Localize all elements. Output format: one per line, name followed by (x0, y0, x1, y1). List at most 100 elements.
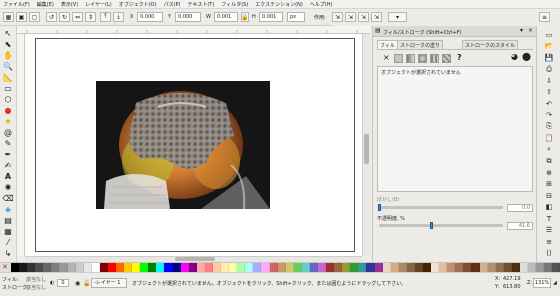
palette-swatch[interactable] (148, 263, 157, 272)
lower-bottom-icon[interactable]: ⤓ (113, 12, 124, 22)
layers-icon[interactable]: ☰ (543, 225, 555, 236)
new-doc-icon[interactable]: ▭ (543, 29, 555, 40)
x-field[interactable]: 0.000 (137, 12, 163, 22)
duplicate-icon[interactable]: ⧉ (543, 156, 555, 167)
ellipse-tool-icon[interactable]: ● (2, 105, 14, 116)
palette-swatch[interactable] (463, 263, 472, 272)
palette-swatch[interactable] (27, 263, 36, 272)
palette-swatch[interactable] (471, 263, 480, 272)
apple-lace-image[interactable] (96, 81, 270, 209)
measure-tool-icon[interactable]: 📐 (2, 72, 14, 83)
palette-swatch[interactable] (455, 263, 464, 272)
rotate-ccw-icon[interactable]: ↺ (46, 12, 57, 22)
save-icon[interactable]: 💾 (543, 52, 555, 63)
palette-swatch[interactable] (59, 263, 68, 272)
no-paint-icon[interactable]: × (383, 54, 390, 62)
palette-swatch[interactable] (196, 263, 205, 272)
palette-swatch[interactable] (301, 263, 310, 272)
palette-swatch[interactable] (180, 263, 189, 272)
vertical-scrollbar[interactable] (362, 34, 370, 256)
redo-icon[interactable]: ↷ (543, 110, 555, 121)
rectangle-tool-icon[interactable]: ▭ (2, 83, 14, 94)
print-icon[interactable]: ⎙ (543, 64, 555, 75)
palette-swatch[interactable] (374, 263, 383, 272)
text-tool-icon[interactable]: A (2, 171, 14, 182)
palette-swatch[interactable] (334, 263, 343, 272)
import-icon[interactable]: ⇩ (543, 75, 555, 86)
transform-gradient-icon[interactable]: ⇲ (358, 12, 369, 22)
palette-swatch[interactable] (552, 263, 560, 272)
flat-color-icon[interactable] (394, 54, 403, 63)
menu-item[interactable]: 表示(V) (61, 1, 78, 8)
canvas[interactable] (25, 34, 362, 256)
node-tool-icon[interactable]: ⬉ (2, 39, 14, 50)
palette-swatch[interactable] (511, 263, 520, 272)
palette-swatch[interactable] (390, 263, 399, 272)
radial-gradient-icon[interactable] (418, 54, 427, 63)
gradient-tool-icon[interactable]: ▤ (2, 215, 14, 226)
palette-swatch[interactable] (293, 263, 302, 272)
lock-ratio-icon[interactable]: 🔒 (241, 12, 249, 22)
pattern-icon[interactable] (442, 54, 451, 63)
transform-pattern-icon[interactable]: ⇲ (371, 12, 382, 22)
bucket-tool-icon[interactable]: ◈ (2, 204, 14, 215)
palette-swatch[interactable] (253, 263, 262, 272)
palette-swatch[interactable] (188, 263, 197, 272)
palette-swatch[interactable] (67, 263, 76, 272)
palette-swatch[interactable] (544, 263, 553, 272)
palette-swatch[interactable] (261, 263, 270, 272)
layer-visibility-icon[interactable]: ◉ (75, 280, 80, 287)
palette-swatch[interactable] (132, 263, 141, 272)
text-font-icon[interactable]: T (543, 213, 555, 224)
palette-swatch[interactable] (285, 263, 294, 272)
tab-stroke-paint[interactable]: ストロークの塗り (397, 40, 444, 49)
menu-item[interactable]: ファイル(F) (3, 1, 30, 8)
palette-swatch[interactable] (519, 263, 528, 272)
resize-grip-icon[interactable]: ◢ (553, 280, 557, 286)
tweak-tool-icon[interactable]: ✋ (2, 50, 14, 61)
eraser-tool-icon[interactable]: ⌫ (2, 193, 14, 204)
blur-slider-knob[interactable] (378, 204, 381, 211)
palette-swatch[interactable] (277, 263, 286, 272)
palette-swatch[interactable] (204, 263, 213, 272)
palette-swatch[interactable] (422, 263, 432, 272)
scale-corners-icon[interactable]: ⇲ (345, 12, 356, 22)
palette-swatch[interactable] (245, 263, 254, 272)
dropper-tool-icon[interactable]: ⁄ (2, 237, 14, 248)
tab-fill[interactable]: フィル (377, 40, 398, 49)
xml-icon[interactable]: ⟨⟩ (543, 248, 555, 259)
fill-rule-nonzero-icon[interactable]: ⬤ (522, 53, 531, 61)
menu-item[interactable]: パス(P) (164, 1, 181, 8)
menu-item[interactable]: 編集(E) (37, 1, 54, 8)
horizontal-ruler[interactable] (17, 26, 370, 34)
menu-item[interactable]: ヘルプ(H) (310, 1, 333, 8)
unset-paint-icon[interactable]: ? (457, 54, 462, 62)
unit-select[interactable]: px (287, 12, 305, 22)
zoom-field[interactable]: 131% (533, 278, 551, 288)
palette-swatch[interactable] (414, 263, 423, 272)
scale-stroke-icon[interactable]: ⇲ (332, 12, 343, 22)
rotate-cw-icon[interactable]: ↻ (59, 12, 70, 22)
palette-swatch[interactable] (19, 263, 28, 272)
palette-swatch[interactable] (326, 263, 335, 272)
palette-swatch[interactable] (479, 263, 488, 272)
palette-swatch[interactable] (309, 263, 318, 272)
palette-swatch[interactable] (342, 263, 351, 272)
palette-swatch[interactable] (229, 263, 238, 272)
fill-indicator-value[interactable]: 該当なし (26, 276, 46, 283)
palette-swatch[interactable] (124, 263, 133, 272)
layer-select[interactable]: -レイヤー 1 (91, 278, 127, 288)
flip-vertical-icon[interactable]: ⇕ (85, 12, 96, 22)
palette-swatch[interactable] (172, 263, 181, 272)
star-tool-icon[interactable]: ★ (2, 116, 14, 127)
palette-swatch[interactable] (398, 263, 407, 272)
palette-swatch[interactable] (164, 263, 173, 272)
palette-swatch[interactable] (221, 263, 230, 272)
select-all-icon[interactable]: ▦ (3, 12, 14, 22)
spiral-tool-icon[interactable]: @ (2, 127, 14, 138)
raise-top-icon[interactable]: ⤒ (100, 12, 111, 22)
menu-item[interactable]: テキスト(T) (187, 1, 214, 8)
spray-tool-icon[interactable]: ✺ (2, 182, 14, 193)
status-opacity-field[interactable]: 0 (57, 279, 69, 287)
stroke-indicator-value[interactable]: 該当なし (26, 284, 46, 291)
